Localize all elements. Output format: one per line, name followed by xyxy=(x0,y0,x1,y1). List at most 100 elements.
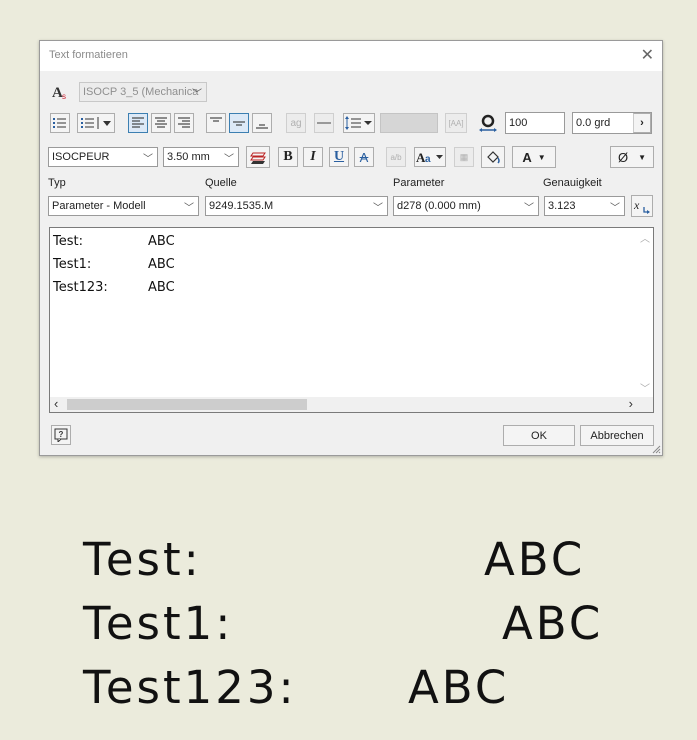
ok-button[interactable]: OK xyxy=(503,425,575,446)
cancel-button[interactable]: Abbrechen xyxy=(580,425,654,446)
chevron-left-icon[interactable]: ‹ xyxy=(54,396,58,411)
size-select-value: 3.50 mm xyxy=(167,151,210,163)
symbol-button[interactable]: ▦ xyxy=(454,147,474,167)
chevron-up-icon[interactable]: ︿ xyxy=(640,230,650,245)
valign-middle-button[interactable] xyxy=(229,113,249,133)
genauigkeit-select[interactable]: 3.123 ﹀ xyxy=(544,196,625,216)
vertical-scrollbar[interactable]: ︿ ﹀ xyxy=(636,228,653,397)
chevron-down-icon: ▼ xyxy=(638,152,647,162)
valign-bottom-button[interactable] xyxy=(252,113,272,133)
preview-value: ABC xyxy=(484,533,586,586)
rotation-input-value: 100 xyxy=(509,117,528,129)
rotation-icon xyxy=(478,113,498,133)
text-case-icon: Aa xyxy=(416,150,443,164)
bullet-list-icon xyxy=(53,118,66,128)
text-color-label: A xyxy=(522,149,532,165)
typ-select-value: Parameter - Modell xyxy=(52,200,146,212)
font-select-value: ISOCPEUR xyxy=(52,151,110,163)
svg-text:s: s xyxy=(62,92,66,101)
valign-bottom-icon xyxy=(256,124,268,129)
valign-top-button[interactable] xyxy=(206,113,226,133)
help-button[interactable]: ? xyxy=(51,425,71,445)
text-case-button[interactable]: Aa xyxy=(414,147,446,167)
layers-icon xyxy=(250,152,266,164)
italic-button[interactable]: I xyxy=(303,147,323,167)
bold-button[interactable]: B xyxy=(278,147,298,167)
editor-line-label: Test1: xyxy=(53,257,92,272)
editor-line-label: Test: xyxy=(53,234,83,249)
fraction-icon: a/b xyxy=(390,152,402,162)
dialog-title: Text formatieren xyxy=(49,49,128,61)
align-left-button[interactable] xyxy=(128,113,148,133)
bullet-list-button[interactable] xyxy=(50,113,70,133)
diameter-label: Ø xyxy=(617,149,629,165)
stack-text-button[interactable]: ag xyxy=(286,113,306,133)
valign-middle-icon xyxy=(233,121,245,126)
underline-button[interactable]: U xyxy=(329,147,349,167)
insert-parameter-button[interactable]: x xyxy=(631,195,653,217)
typ-label: Typ xyxy=(48,177,66,189)
chevron-down-icon: ﹀ xyxy=(524,203,534,214)
text-color-button[interactable]: A ▼ xyxy=(512,146,556,168)
svg-text:?: ? xyxy=(59,430,64,439)
resize-grip-icon[interactable] xyxy=(651,444,661,454)
diameter-symbol-button[interactable]: Ø ▼ xyxy=(610,146,654,168)
chevron-down-icon: ﹀ xyxy=(224,154,234,165)
fit-text-button[interactable]: [AA] xyxy=(445,113,467,133)
parameter-select[interactable]: d278 (0.000 mm) ﹀ xyxy=(393,196,539,216)
genauigkeit-label: Genauigkeit xyxy=(543,177,602,189)
style-select-value: ISOCP 3_5 (Mechanica xyxy=(83,86,199,98)
text-editor[interactable]: Test: ABC Test1: ABC Test123: ABC ︿ ﹀ ‹ … xyxy=(49,227,654,413)
editor-line-value: ABC xyxy=(148,257,175,272)
fill-button[interactable] xyxy=(481,146,505,168)
style-icon: As xyxy=(51,83,69,101)
font-select[interactable]: ISOCPEUR ﹀ xyxy=(48,147,158,167)
size-select[interactable]: 3.50 mm ﹀ xyxy=(163,147,239,167)
chevron-down-icon: ﹀ xyxy=(184,203,194,214)
stack-text-icon: ag xyxy=(290,117,302,129)
parameter-select-value: d278 (0.000 mm) xyxy=(397,200,481,212)
preview-label: Test1: xyxy=(83,597,234,650)
horizontal-scrollbar[interactable]: ‹ › xyxy=(50,396,653,412)
editor-line-value: ABC xyxy=(148,280,175,295)
typ-select[interactable]: Parameter - Modell ﹀ xyxy=(48,196,199,216)
preview-value: ABC xyxy=(408,661,510,714)
align-center-button[interactable] xyxy=(151,113,171,133)
color-swatch[interactable] xyxy=(380,113,438,133)
strikethrough-button[interactable]: A xyxy=(354,147,374,167)
editor-line-value: ABC xyxy=(148,234,175,249)
valign-top-icon xyxy=(210,117,222,122)
chevron-down-icon: ﹀ xyxy=(192,89,202,100)
quelle-label: Quelle xyxy=(205,177,237,189)
line-button[interactable] xyxy=(314,113,334,133)
svg-text:x: x xyxy=(633,198,640,212)
chevron-down-icon: ﹀ xyxy=(143,154,153,165)
preview-label: Test: xyxy=(83,533,202,586)
align-center-icon xyxy=(155,117,167,128)
help-icon: ? xyxy=(54,428,68,442)
more-button[interactable]: › xyxy=(633,113,651,133)
scrollbar-thumb[interactable] xyxy=(67,399,307,410)
align-right-icon xyxy=(178,117,190,128)
fit-text-icon: [AA] xyxy=(448,118,464,128)
rotation-input[interactable]: 100 xyxy=(505,112,565,134)
title-bar: Text formatieren ✕ xyxy=(40,41,662,71)
line-spacing-button[interactable] xyxy=(343,113,375,133)
stacked-fraction-button[interactable]: a/b xyxy=(386,147,406,167)
paint-bucket-icon xyxy=(487,151,500,164)
chevron-down-icon[interactable]: ﹀ xyxy=(640,380,650,395)
numbered-list-icon xyxy=(81,117,111,129)
quelle-select-value: 9249.1535.M xyxy=(209,200,274,212)
align-right-button[interactable] xyxy=(174,113,194,133)
chevron-down-icon: ﹀ xyxy=(373,203,383,214)
numbered-list-button[interactable] xyxy=(77,113,115,133)
close-icon[interactable]: ✕ xyxy=(641,45,654,65)
symbol-icon: ▦ xyxy=(459,151,469,162)
chevron-down-icon: ﹀ xyxy=(610,203,620,214)
style-select[interactable]: ISOCP 3_5 (Mechanica ﹀ xyxy=(79,82,207,102)
layers-button[interactable] xyxy=(246,146,270,168)
genauigkeit-select-value: 3.123 xyxy=(548,200,576,212)
quelle-select[interactable]: 9249.1535.M ﹀ xyxy=(205,196,388,216)
preview-label: Test123: xyxy=(83,661,297,714)
chevron-right-icon[interactable]: › xyxy=(629,396,633,411)
